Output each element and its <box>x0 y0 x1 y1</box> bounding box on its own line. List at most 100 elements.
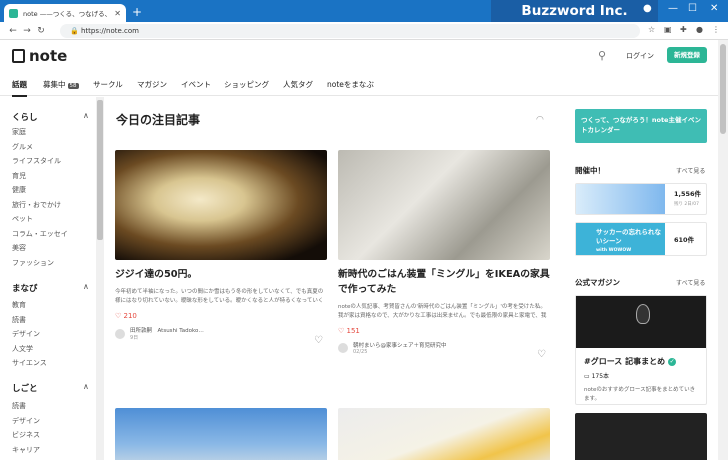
signup-button[interactable]: 新規登録 <box>667 47 707 63</box>
event-entry-count: 1,556件 <box>674 190 702 198</box>
article-date: 9日 <box>130 335 139 341</box>
sidebar-scroll-thumb[interactable] <box>97 100 103 240</box>
main-feed: 今日の注目記事 ◠ ジジイ達の50円。 今年初めて半袖になった。いつの間にか雪は… <box>104 97 560 460</box>
sidebar-item[interactable]: ライフスタイル <box>12 156 61 166</box>
sidebar-item[interactable]: 人文学 <box>12 344 33 354</box>
magazine-image <box>576 296 706 348</box>
close-window-icon[interactable]: ✕ <box>710 3 718 14</box>
heart-icon[interactable]: ♡ <box>537 349 546 360</box>
sidebar-item[interactable]: 健康 <box>12 185 26 195</box>
contest-count-badge: 58 <box>67 83 79 89</box>
sidebar-item[interactable]: 教育 <box>12 300 26 310</box>
note-logo-icon <box>12 49 25 63</box>
menu-icon[interactable]: ⋮ <box>712 25 720 34</box>
chevron-up-icon[interactable]: ∧ <box>83 282 89 291</box>
avatar[interactable] <box>115 328 125 339</box>
sidebar-item[interactable]: グルメ <box>12 142 33 152</box>
forward-icon[interactable]: → <box>20 26 34 36</box>
magazine-description: noteのおすすめグロース記事をまとめていきます。 <box>584 387 696 402</box>
like-count-value: 210 <box>123 312 137 320</box>
article-excerpt: 今年初めて半袖になった。いつの間にか雪はもう冬の形をしていなくて、でも真夏の様に… <box>115 289 324 304</box>
magazine-title[interactable]: #グロース 記事まとめ <box>584 356 665 367</box>
lightbulb-icon <box>636 304 650 324</box>
article-card[interactable]: ジジイ達の50円。 今年初めて半袖になった。いつの間にか雪はもう冬の形をしていな… <box>115 150 327 346</box>
event-card[interactable]: サッカーの忘れられないシーン with WOWOW 610件 <box>575 222 707 256</box>
browser-tab[interactable]: note ——つくる、つなげる、とどける。 ✕ <box>4 4 126 22</box>
nav-item-shopping[interactable]: ショッピング <box>224 79 269 90</box>
magazine-card[interactable] <box>575 413 707 460</box>
sidebar-item[interactable]: キャリア <box>12 445 40 455</box>
new-tab-icon[interactable]: + <box>132 5 142 19</box>
article-title[interactable]: ジジイ達の50円。 <box>115 267 327 282</box>
sidebar-item[interactable]: 旅行・おでかけ <box>12 200 61 210</box>
category-sidebar: くらし ∧ 家庭 グルメ ライフスタイル 育児 健康 旅行・おでかけ ペット コ… <box>0 97 104 460</box>
sidebar-item[interactable]: ペット <box>12 214 33 224</box>
reload-icon[interactable]: ↻ <box>34 26 48 36</box>
nav-item-circle[interactable]: サークル <box>93 79 123 90</box>
back-icon[interactable]: ← <box>6 26 20 36</box>
event-card[interactable]: 1,556件 残り 2日/07 <box>575 183 707 215</box>
nav-item-contests[interactable]: 募集中 58 <box>43 79 79 90</box>
article-thumbnail[interactable] <box>338 408 550 460</box>
category-nav: 話題 募集中 58 サークル マガジン イベント ショッピング 人気タグ note… <box>0 73 718 97</box>
url-field[interactable]: 🔒 https://note.com <box>60 24 640 38</box>
sidebar-item[interactable]: 家庭 <box>12 127 26 137</box>
article-thumbnail[interactable] <box>115 408 327 460</box>
author-name[interactable]: 田所敦嗣 Atsushi Tadoko… <box>130 326 204 334</box>
sidebar-section-title[interactable]: まなび <box>12 282 38 294</box>
bookmark-star-icon[interactable]: ☆ <box>648 25 655 34</box>
sidebar-section-title[interactable]: くらし <box>12 111 38 123</box>
article-thumbnail[interactable] <box>338 150 550 260</box>
maximize-icon[interactable]: ☐ <box>688 3 697 14</box>
event-title: サッカーの忘れられないシーン <box>596 228 661 245</box>
sidebar-item[interactable]: コラム・エッセイ <box>12 229 68 239</box>
search-icon[interactable]: ⚲ <box>598 49 606 62</box>
note-logo[interactable]: note <box>12 47 67 65</box>
article-card[interactable]: 新時代のごはん装置「ミングル」をIKEAの家具で作ってみた noteの人気記事、… <box>338 150 550 360</box>
nav-item-tags[interactable]: 人気タグ <box>283 79 313 90</box>
sidebar-item[interactable]: 美容 <box>12 243 26 253</box>
extension-icon[interactable]: ▣ <box>664 25 672 34</box>
author-name[interactable]: 朝村まいら@家事シェア＋育児研究中 <box>353 341 447 349</box>
see-all-link[interactable]: すべて見る <box>676 278 705 287</box>
chevron-up-icon[interactable]: ∧ <box>83 382 89 391</box>
event-entry-count: 610件 <box>674 236 695 244</box>
sidebar-item[interactable]: デザイン <box>12 329 40 339</box>
article-title[interactable]: 新時代のごはん装置「ミングル」をIKEAの家具で作ってみた <box>338 267 550 297</box>
account-icon[interactable]: ● <box>696 25 703 34</box>
puzzle-icon[interactable]: ✚ <box>680 25 687 34</box>
like-count: ♡ 210 <box>115 312 137 320</box>
article-author[interactable]: 朝村まいら@家事シェア＋育児研究中 02/25 <box>338 341 550 355</box>
section-title: 今日の注目記事 <box>116 113 201 127</box>
heart-icon[interactable]: ♡ <box>314 335 323 346</box>
logo-text: note <box>29 47 68 65</box>
nav-item-event[interactable]: イベント <box>181 79 211 90</box>
event-calendar-banner[interactable]: つくって、つながろう！note主催イベントカレンダー <box>575 109 707 143</box>
event-remaining: 残り 2日/07 <box>674 202 700 207</box>
sidebar-item[interactable]: 読書 <box>12 315 26 325</box>
sidebar-item[interactable]: サイエンス <box>12 358 47 368</box>
rss-icon[interactable]: ◠ <box>536 115 544 125</box>
sidebar-section-title[interactable]: しごと <box>12 382 38 394</box>
sidebar-item[interactable]: デザイン <box>12 416 40 426</box>
avatar[interactable] <box>338 343 348 353</box>
login-link[interactable]: ログイン <box>626 51 654 61</box>
article-thumbnail[interactable] <box>115 150 327 260</box>
like-count: ♡ 151 <box>338 327 360 335</box>
page-scroll-thumb[interactable] <box>720 44 726 134</box>
minimize-icon[interactable]: — <box>668 3 678 14</box>
nav-item-topics[interactable]: 話題 <box>12 79 27 97</box>
sidebar-item[interactable]: 育児 <box>12 171 26 181</box>
see-all-link[interactable]: すべて見る <box>676 166 705 175</box>
nav-label: 募集中 <box>43 80 66 89</box>
nav-item-magazine[interactable]: マガジン <box>137 79 167 90</box>
sidebar-item[interactable]: ビジネス <box>12 430 40 440</box>
sidebar-item[interactable]: ファッション <box>12 258 54 268</box>
article-author[interactable]: 田所敦嗣 Atsushi Tadoko… 9日 <box>115 326 327 341</box>
sidebar-item[interactable]: 読書 <box>12 401 26 411</box>
nav-item-learn[interactable]: noteをまなぶ <box>327 79 374 90</box>
magazine-count: 175本 <box>591 373 610 380</box>
magazine-card[interactable]: #グロース 記事まとめ ✓ ▭ 175本 noteのおすすめグロース記事をまとめて… <box>575 295 707 405</box>
chevron-up-icon[interactable]: ∧ <box>83 111 89 120</box>
close-tab-icon[interactable]: ✕ <box>114 9 121 18</box>
